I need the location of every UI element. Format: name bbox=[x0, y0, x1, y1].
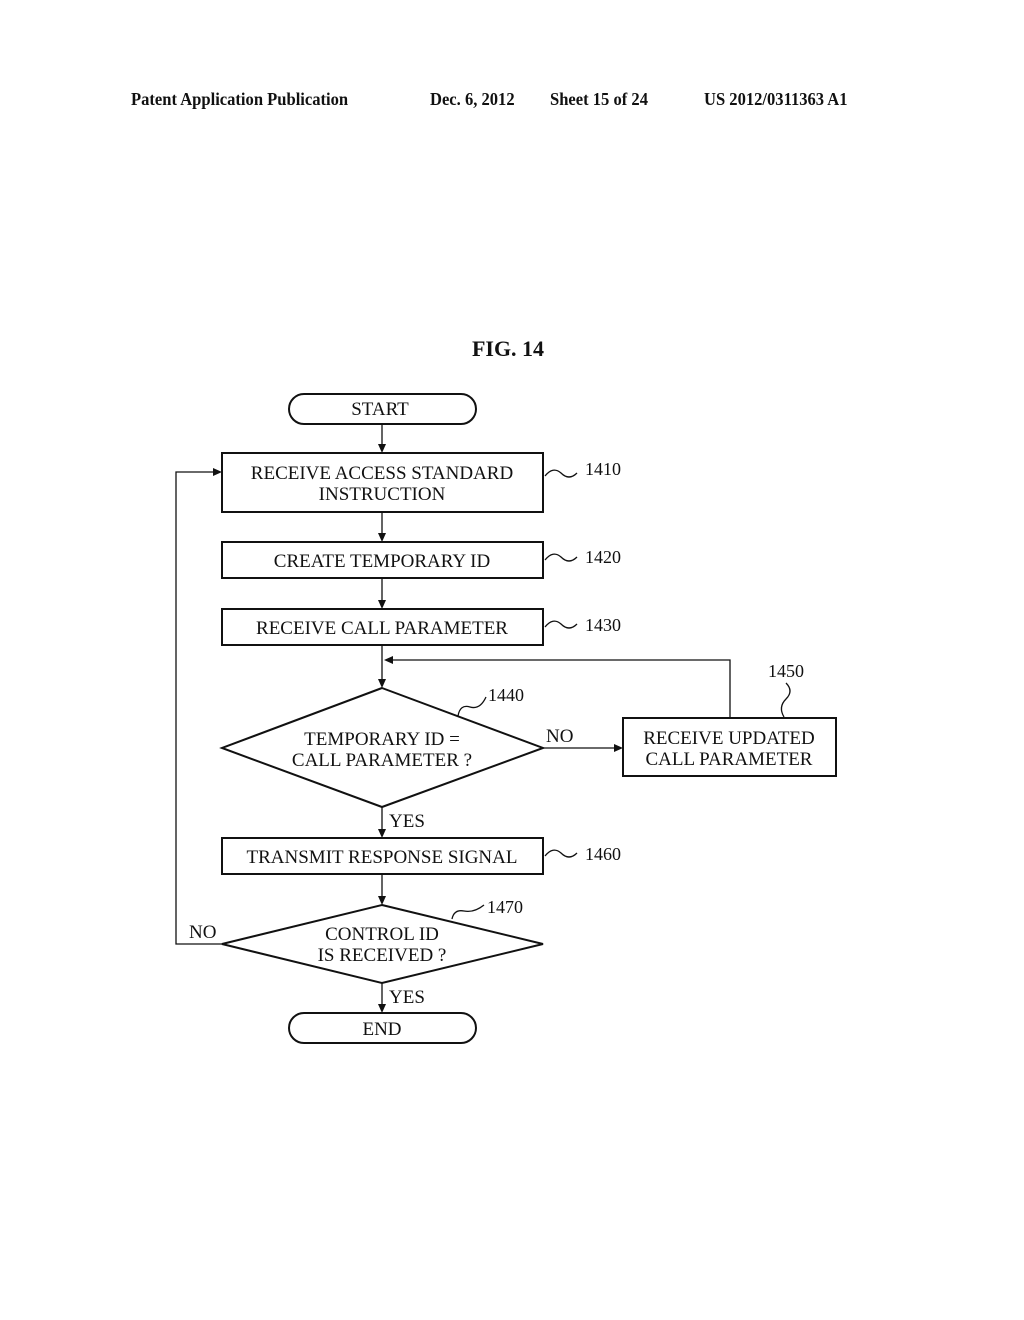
step-1410-box: RECEIVE ACCESS STANDARD INSTRUCTION bbox=[221, 452, 544, 513]
ref-leader-1420 bbox=[544, 553, 578, 562]
ref-leader-1440 bbox=[457, 696, 487, 717]
ref-leader-1460 bbox=[544, 849, 578, 858]
flowchart: START RECEIVE ACCESS STANDARD INSTRUCTIO… bbox=[175, 393, 837, 1044]
step-1420-box: CREATE TEMPORARY ID bbox=[221, 541, 544, 579]
step-1430-label: RECEIVE CALL PARAMETER bbox=[256, 618, 508, 639]
start-label: START bbox=[351, 399, 409, 420]
end-label: END bbox=[362, 1019, 401, 1040]
arrowhead bbox=[378, 1004, 386, 1013]
ref-1460: 1460 bbox=[585, 844, 621, 864]
arrowhead bbox=[384, 656, 393, 664]
ref-1410: 1410 bbox=[585, 459, 621, 479]
decision-1440: TEMPORARY ID = CALL PARAMETER ? bbox=[219, 686, 546, 809]
ref-1430: 1430 bbox=[585, 615, 621, 635]
step-1450-line-2: CALL PARAMETER bbox=[646, 749, 813, 770]
arrowhead bbox=[378, 896, 386, 905]
arrowhead bbox=[378, 444, 386, 453]
ref-leader-1470 bbox=[451, 904, 485, 920]
decision-1470-line-1: CONTROL ID bbox=[325, 924, 439, 945]
arrowhead bbox=[378, 600, 386, 609]
arrowhead bbox=[378, 533, 386, 542]
step-1430-box: RECEIVE CALL PARAMETER bbox=[221, 608, 544, 646]
label-1470-no: NO bbox=[189, 922, 216, 943]
ref-leader-1410 bbox=[544, 469, 578, 478]
start-terminal: START bbox=[288, 393, 477, 425]
ref-1450: 1450 bbox=[768, 661, 804, 681]
ref-1470: 1470 bbox=[487, 897, 523, 917]
arrowhead bbox=[378, 829, 386, 838]
arrowhead bbox=[213, 468, 222, 476]
label-1440-yes: YES bbox=[389, 811, 425, 832]
decision-1440-line-1: TEMPORARY ID = bbox=[304, 729, 460, 750]
step-1420-label: CREATE TEMPORARY ID bbox=[274, 551, 490, 572]
arrowhead bbox=[614, 744, 623, 752]
ref-leader-1430 bbox=[544, 620, 578, 629]
ref-1440: 1440 bbox=[488, 685, 524, 705]
step-1460-box: TRANSMIT RESPONSE SIGNAL bbox=[221, 837, 544, 875]
step-1410-line-1: RECEIVE ACCESS STANDARD bbox=[251, 463, 513, 484]
arrowhead bbox=[378, 679, 386, 688]
step-1450-box: RECEIVE UPDATED CALL PARAMETER bbox=[622, 717, 837, 777]
edge-1470-no-1410 bbox=[175, 471, 222, 945]
step-1450-line-1: RECEIVE UPDATED bbox=[643, 728, 815, 749]
label-1440-no: NO bbox=[546, 726, 573, 747]
ref-1420: 1420 bbox=[585, 547, 621, 567]
ref-leader-1450 bbox=[780, 682, 791, 718]
step-1460-label: TRANSMIT RESPONSE SIGNAL bbox=[247, 847, 518, 868]
label-1470-yes: YES bbox=[389, 987, 425, 1008]
decision-1470-line-2: IS RECEIVED ? bbox=[318, 945, 447, 966]
step-1410-line-2: INSTRUCTION bbox=[319, 484, 446, 505]
end-terminal: END bbox=[288, 1012, 477, 1044]
decision-1440-line-2: CALL PARAMETER ? bbox=[292, 750, 472, 771]
